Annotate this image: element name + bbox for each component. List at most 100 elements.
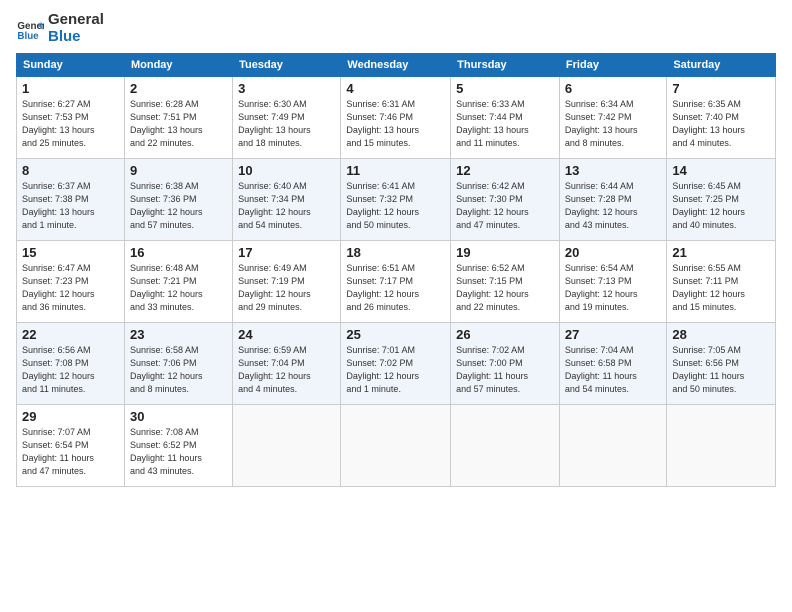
day-info: Sunrise: 6:45 AM Sunset: 7:25 PM Dayligh… [672, 180, 770, 232]
calendar-cell: 13 Sunrise: 6:44 AM Sunset: 7:28 PM Dayli… [559, 159, 666, 241]
day-info: Sunrise: 6:35 AM Sunset: 7:40 PM Dayligh… [672, 98, 770, 150]
day-number: 7 [672, 81, 770, 96]
logo-text-general: General [48, 12, 104, 29]
day-number: 28 [672, 327, 770, 342]
day-info: Sunrise: 6:54 AM Sunset: 7:13 PM Dayligh… [565, 262, 661, 314]
day-info: Sunrise: 6:27 AM Sunset: 7:53 PM Dayligh… [22, 98, 119, 150]
day-number: 9 [130, 163, 227, 178]
day-number: 4 [346, 81, 445, 96]
day-info: Sunrise: 6:33 AM Sunset: 7:44 PM Dayligh… [456, 98, 554, 150]
day-info: Sunrise: 6:51 AM Sunset: 7:17 PM Dayligh… [346, 262, 445, 314]
day-info: Sunrise: 6:52 AM Sunset: 7:15 PM Dayligh… [456, 262, 554, 314]
calendar-table: Sunday Monday Tuesday Wednesday Thursday… [16, 53, 776, 487]
calendar-cell: 17 Sunrise: 6:49 AM Sunset: 7:19 PM Dayli… [233, 241, 341, 323]
calendar-week-row: 29 Sunrise: 7:07 AM Sunset: 6:54 PM Dayli… [17, 405, 776, 487]
calendar-cell: 24Sunrise: 6:59 AM Sunset: 7:04 PM Dayli… [233, 323, 341, 405]
day-number: 17 [238, 245, 335, 260]
day-info: Sunrise: 6:55 AM Sunset: 7:11 PM Dayligh… [672, 262, 770, 314]
calendar-week-row: 8Sunrise: 6:37 AM Sunset: 7:38 PM Daylig… [17, 159, 776, 241]
calendar-week-row: 22 Sunrise: 6:56 AM Sunset: 7:08 PM Dayli… [17, 323, 776, 405]
day-info: Sunrise: 7:02 AM Sunset: 7:00 PM Dayligh… [456, 344, 554, 396]
day-info: Sunrise: 6:31 AM Sunset: 7:46 PM Dayligh… [346, 98, 445, 150]
svg-text:Blue: Blue [17, 30, 39, 41]
calendar-cell: 18 Sunrise: 6:51 AM Sunset: 7:17 PM Dayli… [341, 241, 451, 323]
day-info: Sunrise: 6:56 AM Sunset: 7:08 PM Dayligh… [22, 344, 119, 396]
day-info: Sunrise: 7:01 AM Sunset: 7:02 PM Dayligh… [346, 344, 445, 396]
calendar-cell: 21 Sunrise: 6:55 AM Sunset: 7:11 PM Dayli… [667, 241, 776, 323]
calendar-cell: 3 Sunrise: 6:30 AM Sunset: 7:49 PM Daylig… [233, 77, 341, 159]
calendar-cell: 12 Sunrise: 6:42 AM Sunset: 7:30 PM Dayli… [451, 159, 560, 241]
col-monday: Monday [124, 54, 232, 77]
day-info: Sunrise: 6:47 AM Sunset: 7:23 PM Dayligh… [22, 262, 119, 314]
calendar-cell [559, 405, 666, 487]
day-number: 22 [22, 327, 119, 342]
day-info: Sunrise: 6:58 AM Sunset: 7:06 PM Dayligh… [130, 344, 227, 396]
calendar-cell: 28Sunrise: 7:05 AM Sunset: 6:56 PM Dayli… [667, 323, 776, 405]
day-info: Sunrise: 6:38 AM Sunset: 7:36 PM Dayligh… [130, 180, 227, 232]
day-info: Sunrise: 7:08 AM Sunset: 6:52 PM Dayligh… [130, 426, 227, 478]
col-thursday: Thursday [451, 54, 560, 77]
calendar-cell [341, 405, 451, 487]
calendar-cell: 7 Sunrise: 6:35 AM Sunset: 7:40 PM Daylig… [667, 77, 776, 159]
day-number: 1 [22, 81, 119, 96]
calendar-cell [233, 405, 341, 487]
day-number: 16 [130, 245, 227, 260]
logo-text-blue: Blue [48, 29, 104, 46]
calendar-cell: 15Sunrise: 6:47 AM Sunset: 7:23 PM Dayli… [17, 241, 125, 323]
day-info: Sunrise: 6:30 AM Sunset: 7:49 PM Dayligh… [238, 98, 335, 150]
day-info: Sunrise: 6:59 AM Sunset: 7:04 PM Dayligh… [238, 344, 335, 396]
day-info: Sunrise: 7:04 AM Sunset: 6:58 PM Dayligh… [565, 344, 661, 396]
day-info: Sunrise: 6:37 AM Sunset: 7:38 PM Dayligh… [22, 180, 119, 232]
day-number: 12 [456, 163, 554, 178]
day-number: 29 [22, 409, 119, 424]
day-number: 5 [456, 81, 554, 96]
calendar-cell: 11Sunrise: 6:41 AM Sunset: 7:32 PM Dayli… [341, 159, 451, 241]
col-wednesday: Wednesday [341, 54, 451, 77]
header: General Blue General Blue [16, 12, 776, 45]
logo-icon: General Blue [16, 15, 44, 43]
day-info: Sunrise: 6:34 AM Sunset: 7:42 PM Dayligh… [565, 98, 661, 150]
calendar-cell: 23Sunrise: 6:58 AM Sunset: 7:06 PM Dayli… [124, 323, 232, 405]
col-tuesday: Tuesday [233, 54, 341, 77]
day-number: 11 [346, 163, 445, 178]
calendar-week-row: 15Sunrise: 6:47 AM Sunset: 7:23 PM Dayli… [17, 241, 776, 323]
day-info: Sunrise: 7:07 AM Sunset: 6:54 PM Dayligh… [22, 426, 119, 478]
col-friday: Friday [559, 54, 666, 77]
day-number: 3 [238, 81, 335, 96]
calendar-cell: 29 Sunrise: 7:07 AM Sunset: 6:54 PM Dayli… [17, 405, 125, 487]
day-number: 18 [346, 245, 445, 260]
day-info: Sunrise: 6:49 AM Sunset: 7:19 PM Dayligh… [238, 262, 335, 314]
calendar-cell: 1 Sunrise: 6:27 AM Sunset: 7:53 PM Daylig… [17, 77, 125, 159]
day-number: 13 [565, 163, 661, 178]
calendar-cell: 20Sunrise: 6:54 AM Sunset: 7:13 PM Dayli… [559, 241, 666, 323]
day-info: Sunrise: 6:42 AM Sunset: 7:30 PM Dayligh… [456, 180, 554, 232]
calendar-cell: 6 Sunrise: 6:34 AM Sunset: 7:42 PM Daylig… [559, 77, 666, 159]
day-number: 30 [130, 409, 227, 424]
col-saturday: Saturday [667, 54, 776, 77]
calendar-cell: 5 Sunrise: 6:33 AM Sunset: 7:44 PM Daylig… [451, 77, 560, 159]
day-info: Sunrise: 6:40 AM Sunset: 7:34 PM Dayligh… [238, 180, 335, 232]
calendar-cell: 22 Sunrise: 6:56 AM Sunset: 7:08 PM Dayli… [17, 323, 125, 405]
calendar-cell [451, 405, 560, 487]
calendar-cell: 8Sunrise: 6:37 AM Sunset: 7:38 PM Daylig… [17, 159, 125, 241]
calendar-cell: 2 Sunrise: 6:28 AM Sunset: 7:51 PM Daylig… [124, 77, 232, 159]
calendar-header-row: Sunday Monday Tuesday Wednesday Thursday… [17, 54, 776, 77]
calendar-week-row: 1 Sunrise: 6:27 AM Sunset: 7:53 PM Daylig… [17, 77, 776, 159]
calendar-cell: 26Sunrise: 7:02 AM Sunset: 7:00 PM Dayli… [451, 323, 560, 405]
day-number: 25 [346, 327, 445, 342]
calendar-cell: 27Sunrise: 7:04 AM Sunset: 6:58 PM Dayli… [559, 323, 666, 405]
logo: General Blue General Blue [16, 12, 104, 45]
calendar-cell: 4 Sunrise: 6:31 AM Sunset: 7:46 PM Daylig… [341, 77, 451, 159]
day-info: Sunrise: 6:44 AM Sunset: 7:28 PM Dayligh… [565, 180, 661, 232]
day-info: Sunrise: 6:28 AM Sunset: 7:51 PM Dayligh… [130, 98, 227, 150]
day-number: 2 [130, 81, 227, 96]
calendar-cell [667, 405, 776, 487]
calendar-cell: 14Sunrise: 6:45 AM Sunset: 7:25 PM Dayli… [667, 159, 776, 241]
day-number: 21 [672, 245, 770, 260]
calendar-cell: 16 Sunrise: 6:48 AM Sunset: 7:21 PM Dayli… [124, 241, 232, 323]
calendar-cell: 19Sunrise: 6:52 AM Sunset: 7:15 PM Dayli… [451, 241, 560, 323]
day-number: 6 [565, 81, 661, 96]
calendar-cell: 25 Sunrise: 7:01 AM Sunset: 7:02 PM Dayli… [341, 323, 451, 405]
calendar-cell: 10Sunrise: 6:40 AM Sunset: 7:34 PM Dayli… [233, 159, 341, 241]
day-info: Sunrise: 6:48 AM Sunset: 7:21 PM Dayligh… [130, 262, 227, 314]
